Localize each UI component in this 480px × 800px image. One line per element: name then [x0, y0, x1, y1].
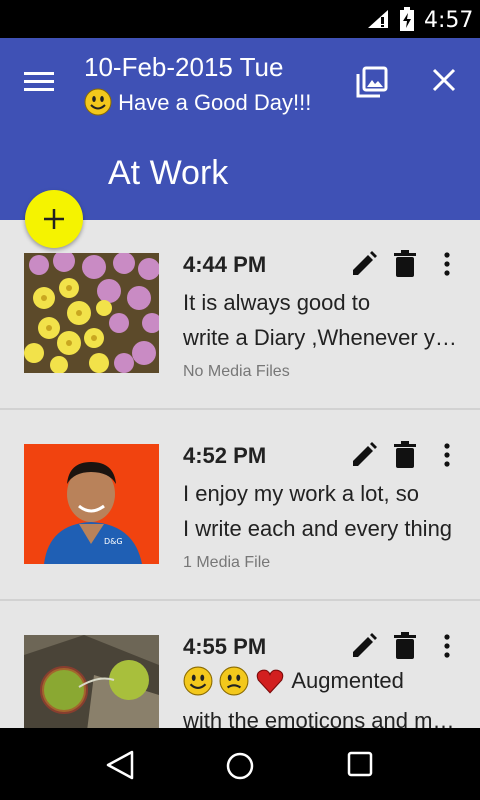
edit-pencil-icon[interactable]	[350, 441, 378, 469]
plus-icon	[44, 209, 64, 229]
fruit-photo[interactable]	[24, 635, 159, 728]
delete-trash-icon[interactable]	[393, 632, 417, 660]
app-toolbar: 10-Feb-2015 Tue Have a Good Day!!! At Wo…	[0, 38, 480, 220]
entry-time: 4:55 PM	[183, 634, 267, 659]
confused-emoticon-icon	[219, 666, 249, 696]
system-nav-bar	[0, 728, 480, 800]
entry-text-line-1: It is always good to	[183, 290, 371, 315]
list-item[interactable]: 4:44 PM It is always good to write a Dia…	[0, 220, 480, 410]
page-title-date: 10-Feb-2015 Tue	[84, 52, 284, 82]
entry-time: 4:44 PM	[183, 252, 267, 277]
clock: 4:57	[424, 8, 474, 33]
svg-text:D&G: D&G	[104, 537, 123, 546]
heart-emoticon-icon	[256, 669, 284, 694]
flowers-photo[interactable]	[24, 253, 159, 373]
status-bar: 4:57	[0, 0, 480, 38]
delete-trash-icon[interactable]	[393, 441, 417, 469]
entry-text-line-2: write a Diary ,Whenever you	[183, 325, 458, 350]
entry-text-line-2: I write each and every thing	[183, 516, 453, 541]
smiley-emoticon-icon	[84, 88, 112, 116]
media-count: 1 Media File	[183, 554, 271, 571]
back-icon[interactable]	[104, 750, 136, 780]
hamburger-menu-icon[interactable]	[24, 72, 58, 94]
greeting-line: Have a Good Day!!!	[84, 88, 311, 116]
home-icon[interactable]	[224, 750, 256, 782]
edit-pencil-icon[interactable]	[350, 250, 378, 278]
section-title: At Work	[108, 154, 229, 192]
add-entry-button[interactable]	[25, 190, 83, 248]
gallery-icon[interactable]	[356, 66, 388, 98]
person-photo[interactable]: D&G	[24, 444, 159, 564]
entry-time: 4:52 PM	[183, 443, 267, 468]
smiley-emoticon-icon	[183, 666, 213, 696]
entry-text: Augmented	[291, 668, 404, 693]
recent-apps-icon[interactable]	[346, 750, 374, 778]
diary-entry-list[interactable]: 4:44 PM It is always good to write a Dia…	[0, 220, 480, 728]
more-vertical-icon[interactable]	[437, 250, 457, 278]
battery-icon	[400, 7, 414, 31]
edit-pencil-icon[interactable]	[350, 632, 378, 660]
greeting-text: Have a Good Day!!!	[118, 90, 312, 115]
entry-text-line-1: Augmented	[183, 666, 458, 696]
delete-trash-icon[interactable]	[393, 250, 417, 278]
signal-icon	[368, 10, 388, 28]
media-count: No Media Files	[183, 363, 290, 380]
more-vertical-icon[interactable]	[437, 441, 457, 469]
list-item[interactable]: D&G 4:52 PM I enjoy my work a lot, so I …	[0, 411, 480, 601]
more-vertical-icon[interactable]	[437, 632, 457, 660]
list-item[interactable]: 4:55 PM Augmented with the emoticons and…	[0, 602, 480, 728]
close-icon[interactable]	[428, 64, 460, 96]
entry-text-line-2: with the emoticons and more	[183, 708, 458, 728]
entry-text-line-1: I enjoy my work a lot, so	[183, 481, 419, 506]
